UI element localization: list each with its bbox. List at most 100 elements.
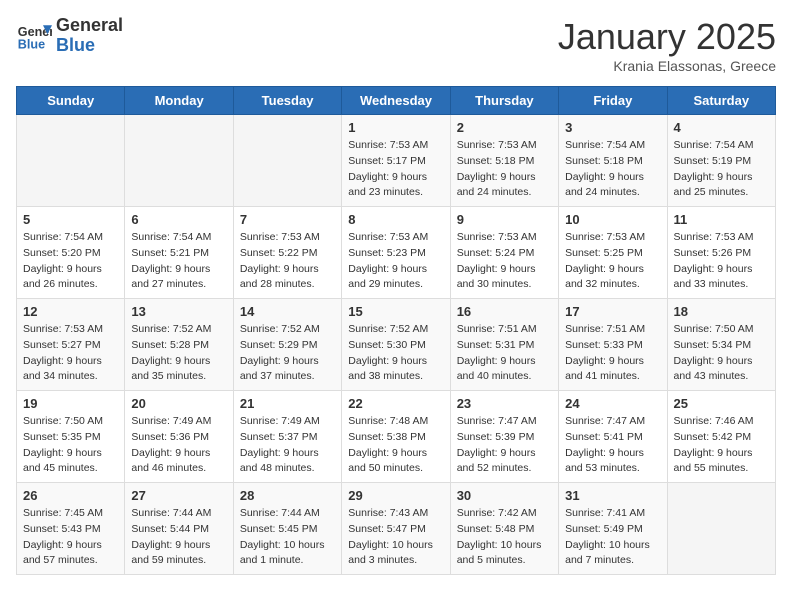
day-number: 15 xyxy=(348,304,443,319)
weekday-header-friday: Friday xyxy=(559,87,667,115)
day-cell: 10Sunrise: 7:53 AMSunset: 5:25 PMDayligh… xyxy=(559,207,667,299)
day-cell: 17 Sunrise: 7:51 AMSunset: 5:33 PMDayligh… xyxy=(559,299,667,391)
weekday-header-thursday: Thursday xyxy=(450,87,558,115)
day-number: 27 xyxy=(131,488,226,503)
day-info: Sunrise: 7:49 AMSunset: 5:37 PMDaylight:… xyxy=(240,414,335,477)
day-cell: 22 Sunrise: 7:48 AMSunset: 5:38 PMDayligh… xyxy=(342,391,450,483)
day-number: 25 xyxy=(674,396,769,411)
day-info: Sunrise: 7:53 AMSunset: 5:17 PMDaylight:… xyxy=(348,138,443,201)
week-row-2: 5 Sunrise: 7:54 AMSunset: 5:20 PMDaylight… xyxy=(17,207,776,299)
day-info: Sunrise: 7:44 AMSunset: 5:45 PMDaylight:… xyxy=(240,506,335,569)
day-cell: 2Sunrise: 7:53 AMSunset: 5:18 PMDaylight… xyxy=(450,115,558,207)
logo-blue: Blue xyxy=(56,36,123,56)
day-number: 22 xyxy=(348,396,443,411)
page-header: General Blue General Blue January 2025 K… xyxy=(16,16,776,74)
day-cell: 23 Sunrise: 7:47 AMSunset: 5:39 PMDayligh… xyxy=(450,391,558,483)
day-number: 17 xyxy=(565,304,660,319)
day-number: 7 xyxy=(240,212,335,227)
day-number: 31 xyxy=(565,488,660,503)
day-info: Sunrise: 7:52 AMSunset: 5:30 PMDaylight:… xyxy=(348,322,443,385)
logo-text: General Blue xyxy=(56,16,123,56)
day-number: 9 xyxy=(457,212,552,227)
day-number: 3 xyxy=(565,120,660,135)
day-info: Sunrise: 7:52 AMSunset: 5:28 PMDaylight:… xyxy=(131,322,226,385)
day-number: 29 xyxy=(348,488,443,503)
day-info: Sunrise: 7:48 AMSunset: 5:38 PMDaylight:… xyxy=(348,414,443,477)
weekday-header-monday: Monday xyxy=(125,87,233,115)
svg-text:Blue: Blue xyxy=(18,37,45,51)
week-row-5: 26Sunrise: 7:45 AMSunset: 5:43 PMDayligh… xyxy=(17,483,776,575)
day-cell: 18 Sunrise: 7:50 AMSunset: 5:34 PMDayligh… xyxy=(667,299,775,391)
day-info: Sunrise: 7:54 AMSunset: 5:20 PMDaylight:… xyxy=(23,230,118,293)
weekday-header-saturday: Saturday xyxy=(667,87,775,115)
title-block: January 2025 Krania Elassonas, Greece xyxy=(558,16,776,74)
week-row-4: 19Sunrise: 7:50 AMSunset: 5:35 PMDayligh… xyxy=(17,391,776,483)
location-subtitle: Krania Elassonas, Greece xyxy=(558,58,776,74)
weekday-header-row: SundayMondayTuesdayWednesdayThursdayFrid… xyxy=(17,87,776,115)
day-cell: 11 Sunrise: 7:53 AMSunset: 5:26 PMDayligh… xyxy=(667,207,775,299)
day-cell: 8 Sunrise: 7:53 AMSunset: 5:23 PMDaylight… xyxy=(342,207,450,299)
day-cell: 26Sunrise: 7:45 AMSunset: 5:43 PMDayligh… xyxy=(17,483,125,575)
weekday-header-sunday: Sunday xyxy=(17,87,125,115)
day-number: 28 xyxy=(240,488,335,503)
day-cell: 28 Sunrise: 7:44 AMSunset: 5:45 PMDayligh… xyxy=(233,483,341,575)
month-title: January 2025 xyxy=(558,16,776,58)
day-info: Sunrise: 7:53 AMSunset: 5:26 PMDaylight:… xyxy=(674,230,769,293)
day-info: Sunrise: 7:51 AMSunset: 5:33 PMDaylight:… xyxy=(565,322,660,385)
day-number: 18 xyxy=(674,304,769,319)
day-number: 11 xyxy=(674,212,769,227)
day-info: Sunrise: 7:54 AMSunset: 5:19 PMDaylight:… xyxy=(674,138,769,201)
week-row-1: 1Sunrise: 7:53 AMSunset: 5:17 PMDaylight… xyxy=(17,115,776,207)
day-cell: 24Sunrise: 7:47 AMSunset: 5:41 PMDayligh… xyxy=(559,391,667,483)
day-cell: 21 Sunrise: 7:49 AMSunset: 5:37 PMDayligh… xyxy=(233,391,341,483)
day-info: Sunrise: 7:53 AMSunset: 5:18 PMDaylight:… xyxy=(457,138,552,201)
week-row-3: 12 Sunrise: 7:53 AMSunset: 5:27 PMDayligh… xyxy=(17,299,776,391)
day-info: Sunrise: 7:53 AMSunset: 5:22 PMDaylight:… xyxy=(240,230,335,293)
logo-general: General xyxy=(56,16,123,36)
day-info: Sunrise: 7:49 AMSunset: 5:36 PMDaylight:… xyxy=(131,414,226,477)
day-number: 19 xyxy=(23,396,118,411)
day-cell: 29 Sunrise: 7:43 AMSunset: 5:47 PMDayligh… xyxy=(342,483,450,575)
day-number: 10 xyxy=(565,212,660,227)
day-cell: 3Sunrise: 7:54 AMSunset: 5:18 PMDaylight… xyxy=(559,115,667,207)
day-cell: 7 Sunrise: 7:53 AMSunset: 5:22 PMDaylight… xyxy=(233,207,341,299)
day-info: Sunrise: 7:44 AMSunset: 5:44 PMDaylight:… xyxy=(131,506,226,569)
day-cell: 12 Sunrise: 7:53 AMSunset: 5:27 PMDayligh… xyxy=(17,299,125,391)
day-info: Sunrise: 7:50 AMSunset: 5:34 PMDaylight:… xyxy=(674,322,769,385)
day-cell xyxy=(17,115,125,207)
day-info: Sunrise: 7:47 AMSunset: 5:39 PMDaylight:… xyxy=(457,414,552,477)
day-info: Sunrise: 7:47 AMSunset: 5:41 PMDaylight:… xyxy=(565,414,660,477)
day-number: 13 xyxy=(131,304,226,319)
day-info: Sunrise: 7:54 AMSunset: 5:21 PMDaylight:… xyxy=(131,230,226,293)
day-cell: 20Sunrise: 7:49 AMSunset: 5:36 PMDayligh… xyxy=(125,391,233,483)
day-cell: 27 Sunrise: 7:44 AMSunset: 5:44 PMDayligh… xyxy=(125,483,233,575)
day-number: 8 xyxy=(348,212,443,227)
day-cell: 1Sunrise: 7:53 AMSunset: 5:17 PMDaylight… xyxy=(342,115,450,207)
weekday-header-tuesday: Tuesday xyxy=(233,87,341,115)
day-cell: 13 Sunrise: 7:52 AMSunset: 5:28 PMDayligh… xyxy=(125,299,233,391)
day-cell: 9 Sunrise: 7:53 AMSunset: 5:24 PMDaylight… xyxy=(450,207,558,299)
day-info: Sunrise: 7:43 AMSunset: 5:47 PMDaylight:… xyxy=(348,506,443,569)
day-info: Sunrise: 7:51 AMSunset: 5:31 PMDaylight:… xyxy=(457,322,552,385)
day-info: Sunrise: 7:53 AMSunset: 5:23 PMDaylight:… xyxy=(348,230,443,293)
day-number: 21 xyxy=(240,396,335,411)
day-info: Sunrise: 7:52 AMSunset: 5:29 PMDaylight:… xyxy=(240,322,335,385)
day-info: Sunrise: 7:46 AMSunset: 5:42 PMDaylight:… xyxy=(674,414,769,477)
logo-icon: General Blue xyxy=(16,18,52,54)
day-number: 12 xyxy=(23,304,118,319)
day-cell xyxy=(667,483,775,575)
day-number: 14 xyxy=(240,304,335,319)
day-cell xyxy=(125,115,233,207)
day-number: 23 xyxy=(457,396,552,411)
day-info: Sunrise: 7:53 AMSunset: 5:24 PMDaylight:… xyxy=(457,230,552,293)
day-number: 5 xyxy=(23,212,118,227)
day-info: Sunrise: 7:45 AMSunset: 5:43 PMDaylight:… xyxy=(23,506,118,569)
day-cell: 16Sunrise: 7:51 AMSunset: 5:31 PMDayligh… xyxy=(450,299,558,391)
day-cell: 6Sunrise: 7:54 AMSunset: 5:21 PMDaylight… xyxy=(125,207,233,299)
day-info: Sunrise: 7:53 AMSunset: 5:27 PMDaylight:… xyxy=(23,322,118,385)
day-info: Sunrise: 7:41 AMSunset: 5:49 PMDaylight:… xyxy=(565,506,660,569)
logo: General Blue General Blue xyxy=(16,16,123,56)
day-cell: 25 Sunrise: 7:46 AMSunset: 5:42 PMDayligh… xyxy=(667,391,775,483)
day-cell: 30Sunrise: 7:42 AMSunset: 5:48 PMDayligh… xyxy=(450,483,558,575)
day-cell: 14 Sunrise: 7:52 AMSunset: 5:29 PMDayligh… xyxy=(233,299,341,391)
